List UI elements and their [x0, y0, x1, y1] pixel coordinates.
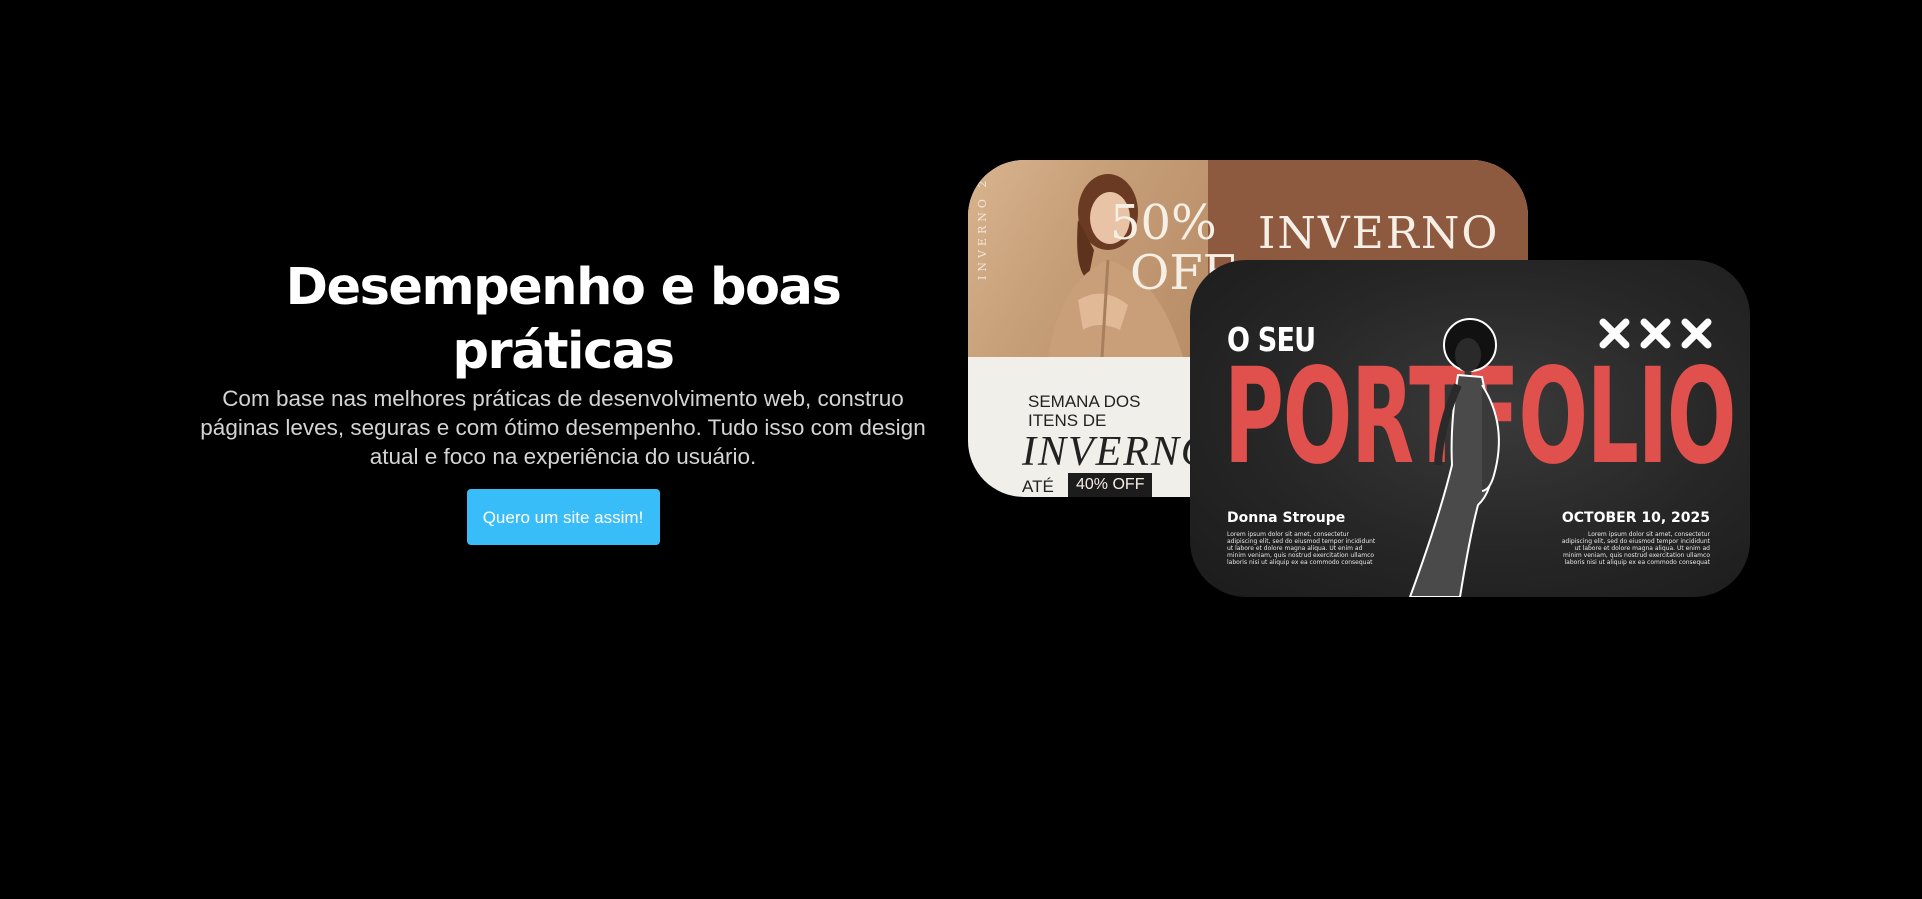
hero-description: Com base nas melhores práticas de desenv…: [200, 386, 926, 469]
inverno-italic: INVERNO: [1022, 429, 1214, 475]
portfolio-name: Donna Stroupe: [1227, 510, 1346, 526]
portfolio-preview-image: O SEU PORTFOLIO Donna Stroupe OCTOBER 10…: [1190, 260, 1750, 597]
lorem-left: Lorem ipsum dolor sit amet, consectetur …: [1227, 531, 1376, 566]
model-figure-illustration: [1408, 318, 1500, 597]
vertical-label: INVERNO 22: [976, 165, 989, 280]
inverno-heading: INVERNO: [1258, 208, 1500, 259]
hero-section: Desempenho e boas práticas Com base nas …: [198, 256, 928, 545]
ate-label: ATÉ: [1022, 477, 1054, 496]
cta-button[interactable]: Quero um site assim!: [466, 489, 660, 545]
page: Desempenho e boas práticas Com base nas …: [0, 0, 1922, 899]
portfolio-date: OCTOBER 10, 2025: [1561, 510, 1710, 526]
semana-text: SEMANA DOS ITENS DE: [1028, 392, 1141, 430]
discount-badge: 40% OFF: [1068, 473, 1153, 497]
lorem-right: Lorem ipsum dolor sit amet, consectetur …: [1561, 531, 1710, 566]
hero-title: Desempenho e boas práticas: [285, 258, 842, 381]
percent-label: 50%: [1110, 195, 1217, 251]
